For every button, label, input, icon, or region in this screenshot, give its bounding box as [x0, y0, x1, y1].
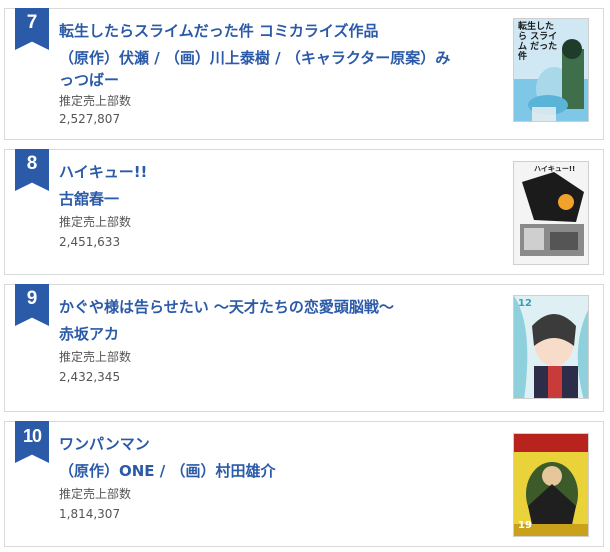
cover-art [514, 296, 588, 398]
cover-lettering: 19 [518, 520, 532, 531]
manga-title-link[interactable]: かぐや様は告らせたい ～天才たちの恋愛頭脳戦～ [59, 297, 479, 317]
sales-label: 推定売上部数 [59, 215, 132, 229]
sales-value: 1,814,307 [59, 507, 121, 521]
cover-lettering: ハイキュー!! [534, 165, 576, 173]
manga-title-link[interactable]: ワンパンマン [59, 434, 479, 454]
manga-title-link[interactable]: 転生したらスライムだった件 コミカライズ作品 [59, 21, 479, 41]
author-line: （原作）ONE / （画）村田雄介 [59, 462, 276, 480]
author-link[interactable]: （原作）伏瀬 / （画）川上泰樹 / （キャラクター原案）み っつばー [59, 47, 469, 91]
manga-title-link[interactable]: ハイキュー!! [59, 162, 479, 182]
rank-badge: 10 [15, 421, 49, 463]
author-line: 赤坂アカ [59, 325, 120, 343]
author-line: 古舘春一 [59, 190, 120, 208]
cover-lettering: 転生したら スライム だった件 [518, 22, 558, 62]
book-cover[interactable]: ハイキュー!! [513, 161, 589, 265]
rank-number: 10 [22, 426, 42, 446]
author-link[interactable]: 古舘春一 [59, 188, 469, 210]
ranking-item[interactable]: 10 ワンパンマン （原作）ONE / （画）村田雄介 推定売上部数 1,814… [4, 421, 604, 547]
sales-label: 推定売上部数 [59, 487, 132, 501]
book-cover[interactable]: 12 [513, 295, 589, 399]
rank-number: 9 [26, 288, 38, 309]
book-cover[interactable]: 転生したら スライム だった件 [513, 18, 589, 122]
author-line: （原作）伏瀬 / （画）川上泰樹 / （キャラクター原案）み [59, 49, 451, 67]
author-link[interactable]: 赤坂アカ [59, 323, 469, 345]
sales-value: 2,527,807 [59, 112, 121, 126]
book-cover[interactable]: 19 [513, 433, 589, 537]
author-line: っつばー [59, 71, 120, 89]
rank-badge: 9 [15, 284, 49, 326]
rank-number: 7 [26, 12, 38, 33]
ranking-item[interactable]: 9 かぐや様は告らせたい ～天才たちの恋愛頭脳戦～ 赤坂アカ 推定売上部数 2,… [4, 284, 604, 412]
rank-number: 8 [26, 153, 38, 174]
ranking-item[interactable]: 7 転生したらスライムだった件 コミカライズ作品 （原作）伏瀬 / （画）川上泰… [4, 8, 604, 140]
sales-label: 推定売上部数 [59, 94, 132, 108]
author-link[interactable]: （原作）ONE / （画）村田雄介 [59, 460, 469, 482]
sales-value: 2,432,345 [59, 370, 121, 384]
cover-lettering: 12 [518, 298, 532, 309]
ranking-item[interactable]: 8 ハイキュー!! 古舘春一 推定売上部数 2,451,633 ハイキュー!! [4, 149, 604, 275]
sales-value: 2,451,633 [59, 235, 121, 249]
sales-label: 推定売上部数 [59, 350, 132, 364]
rank-badge: 7 [15, 8, 49, 50]
rank-badge: 8 [15, 149, 49, 191]
cover-art [514, 162, 588, 264]
